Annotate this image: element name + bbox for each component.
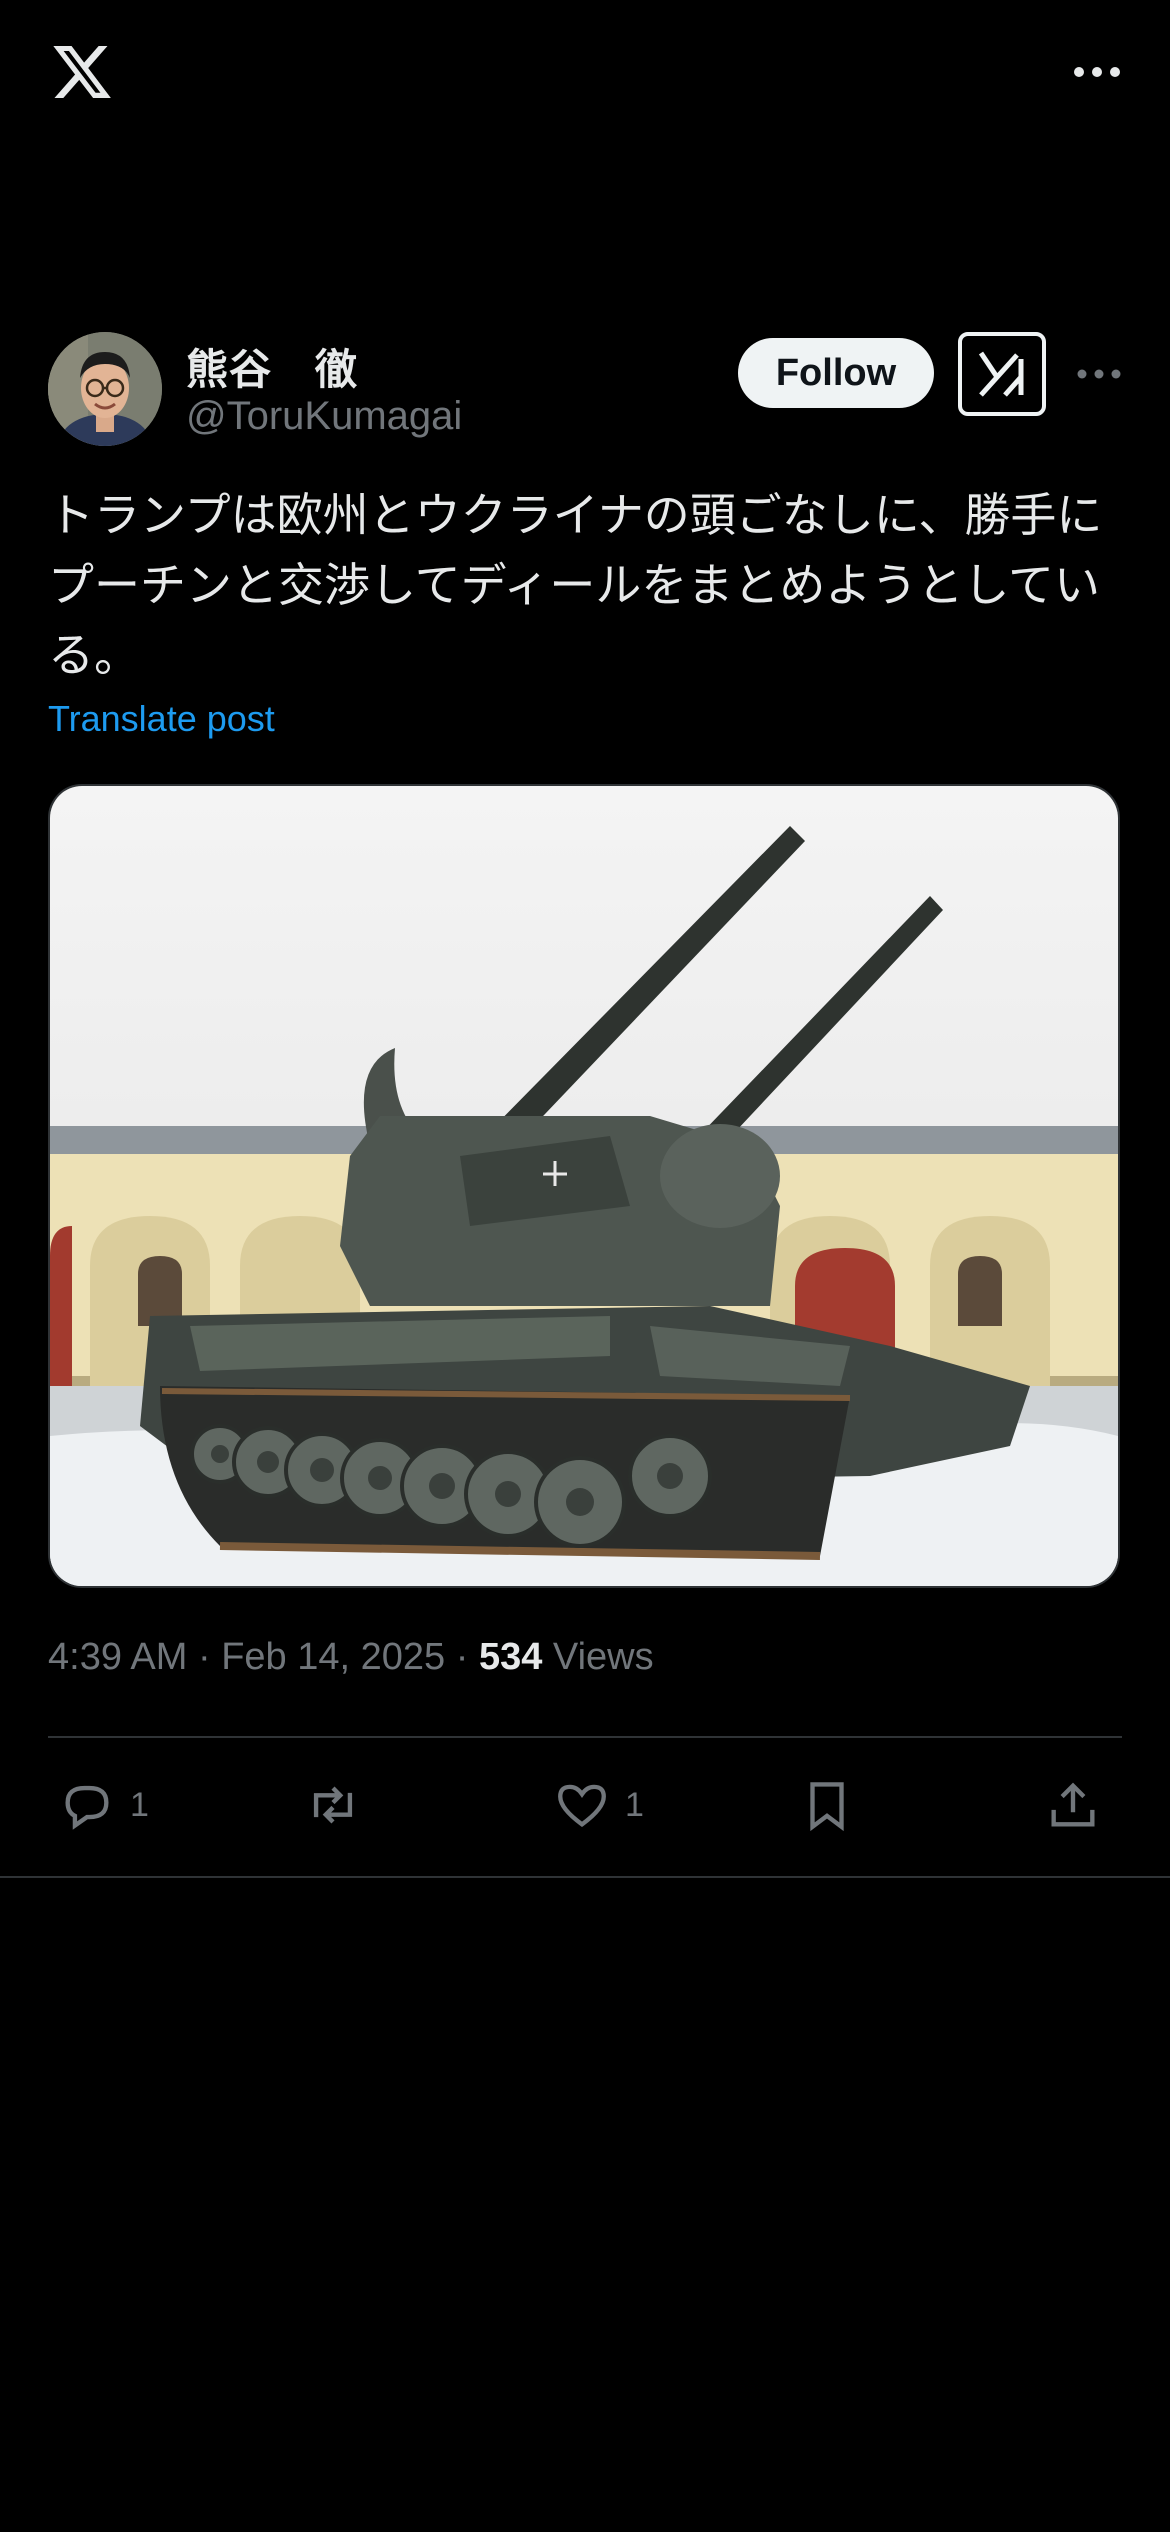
- share-button[interactable]: [1044, 1770, 1102, 1840]
- meta-separator: ·: [187, 1636, 222, 1678]
- author-name[interactable]: 熊谷 徹: [186, 336, 358, 397]
- bookmark-button[interactable]: [798, 1770, 856, 1840]
- reply-count: 1: [130, 1785, 149, 1824]
- divider: [0, 1876, 1170, 1878]
- grok-button[interactable]: [958, 332, 1046, 416]
- post-text: トランプは欧州とウクライナの頭ごなしに、勝手にプーチンと交渉してディールをまとめ…: [48, 489, 1103, 681]
- post-time[interactable]: 4:39 AM: [48, 1636, 187, 1678]
- x-logo-icon[interactable]: [48, 40, 116, 104]
- views-count[interactable]: 534: [479, 1636, 542, 1678]
- meta-separator: ·: [445, 1636, 479, 1678]
- views-label: Views: [552, 1636, 654, 1678]
- grok-icon: [978, 351, 1024, 397]
- share-icon: [1051, 1782, 1095, 1827]
- author-row: 熊谷 徹 @ToruKumagai Follow: [48, 332, 1122, 452]
- reply-button[interactable]: 1: [58, 1770, 149, 1840]
- post-date[interactable]: Feb 14, 2025: [221, 1636, 445, 1678]
- bookmark-icon: [810, 1782, 844, 1832]
- divider: [48, 1736, 1122, 1738]
- like-count: 1: [625, 1785, 644, 1824]
- repost-icon: [313, 1786, 353, 1824]
- repost-button[interactable]: [304, 1770, 362, 1840]
- action-bar: 1 1: [48, 1770, 1122, 1850]
- like-button[interactable]: 1: [553, 1770, 644, 1840]
- post-image[interactable]: [48, 784, 1120, 1588]
- more-horizontal-icon[interactable]: [1076, 366, 1122, 382]
- follow-button[interactable]: Follow: [738, 338, 934, 408]
- heart-icon: [558, 1784, 606, 1828]
- translate-post-link[interactable]: Translate post: [48, 698, 275, 740]
- reply-icon: [65, 1785, 109, 1830]
- top-bar: [0, 0, 1170, 150]
- avatar[interactable]: [48, 332, 162, 446]
- author-handle[interactable]: @ToruKumagai: [186, 394, 462, 439]
- post-meta: 4:39 AM · Feb 14, 2025 · 534 Views: [48, 1636, 654, 1679]
- more-horizontal-icon[interactable]: [1072, 62, 1122, 82]
